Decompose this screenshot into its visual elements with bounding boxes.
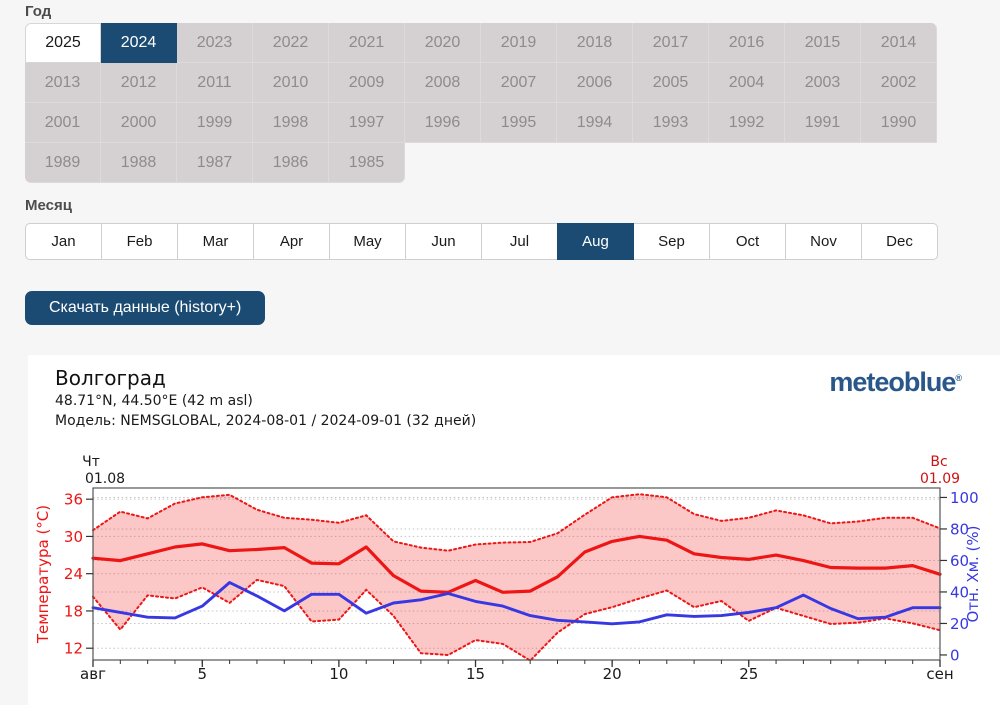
- x-tick-label: сен: [926, 665, 953, 683]
- left-axis: 36 30 24 18 12: [64, 491, 93, 658]
- year-button-2016[interactable]: 2016: [709, 23, 785, 63]
- year-button-2007[interactable]: 2007: [481, 63, 557, 103]
- date-end-label: Вс01.09: [920, 454, 960, 487]
- year-button-2013[interactable]: 2013: [25, 63, 101, 103]
- month-button-may[interactable]: May: [329, 223, 406, 260]
- month-section-label: Месяц: [25, 197, 72, 214]
- chart-subtitle-model: Модель: NEMSGLOBAL, 2024-08-01 / 2024-09…: [55, 413, 477, 429]
- right-tick-label: 100: [950, 489, 979, 507]
- year-button-1995[interactable]: 1995: [481, 103, 557, 143]
- month-button-dec[interactable]: Dec: [861, 223, 938, 260]
- month-button-aug[interactable]: Aug: [557, 223, 634, 260]
- left-tick-label: 12: [64, 640, 83, 658]
- end-weekday: Вс: [930, 454, 947, 470]
- chart-subtitle-coordinates: 48.71°N, 44.50°E (42 m asl): [55, 393, 253, 409]
- year-button-2023[interactable]: 2023: [177, 23, 253, 63]
- left-tick-label: 36: [64, 491, 83, 509]
- year-button-1993[interactable]: 1993: [633, 103, 709, 143]
- year-button-1994[interactable]: 1994: [557, 103, 633, 143]
- year-button-2022[interactable]: 2022: [253, 23, 329, 63]
- x-tick-label: 20: [603, 665, 622, 683]
- year-button-2020[interactable]: 2020: [405, 23, 481, 63]
- year-button-2014[interactable]: 2014: [861, 23, 937, 63]
- chart-panel: Волгоград 48.71°N, 44.50°E (42 m asl) Мо…: [28, 355, 1000, 705]
- x-tick-label: 15: [466, 665, 485, 683]
- left-tick-label: 18: [64, 602, 83, 620]
- year-button-2004[interactable]: 2004: [709, 63, 785, 103]
- year-button-2019[interactable]: 2019: [481, 23, 557, 63]
- year-button-2015[interactable]: 2015: [785, 23, 861, 63]
- month-button-jul[interactable]: Jul: [481, 223, 558, 260]
- year-button-2012[interactable]: 2012: [101, 63, 177, 103]
- year-section-label: Год: [25, 3, 52, 20]
- year-button-1989[interactable]: 1989: [25, 143, 101, 183]
- year-button-1987[interactable]: 1987: [177, 143, 253, 183]
- left-tick-label: 30: [64, 528, 83, 546]
- month-row: Jan Feb Mar Apr May Jun Jul Aug Sep Oct Nov Dec: [25, 223, 938, 260]
- month-button-jan[interactable]: Jan: [25, 223, 102, 260]
- month-button-sep[interactable]: Sep: [633, 223, 710, 260]
- year-button-1985[interactable]: 1985: [329, 143, 405, 183]
- x-tick-label: 25: [739, 665, 758, 683]
- chart-title: Волгоград: [55, 366, 166, 390]
- year-button-1996[interactable]: 1996: [405, 103, 481, 143]
- year-button-2024[interactable]: 2024: [101, 23, 177, 63]
- year-button-1992[interactable]: 1992: [709, 103, 785, 143]
- year-grid: 2025 2024 2023 2022 2021 2020 2019 2018 2017 2016…: [25, 23, 937, 183]
- year-button-2009[interactable]: 2009: [329, 63, 405, 103]
- x-tick-label: 5: [198, 665, 208, 683]
- year-button-2008[interactable]: 2008: [405, 63, 481, 103]
- year-button-2005[interactable]: 2005: [633, 63, 709, 103]
- year-button-1990[interactable]: 1990: [861, 103, 937, 143]
- month-button-jun[interactable]: Jun: [405, 223, 482, 260]
- year-button-2018[interactable]: 2018: [557, 23, 633, 63]
- month-button-apr[interactable]: Apr: [253, 223, 330, 260]
- year-button-2000[interactable]: 2000: [101, 103, 177, 143]
- year-button-2017[interactable]: 2017: [633, 23, 709, 63]
- end-date: 01.09: [920, 471, 960, 487]
- weather-chart: 3630241812Температура (°C)100806040200От…: [34, 454, 982, 683]
- year-button-2003[interactable]: 2003: [785, 63, 861, 103]
- date-start-label: Чт01.08: [82, 454, 125, 487]
- year-button-2025[interactable]: 2025: [25, 23, 101, 63]
- year-button-1988[interactable]: 1988: [101, 143, 177, 183]
- year-button-1999[interactable]: 1999: [177, 103, 253, 143]
- download-data-button[interactable]: Скачать данные (history+): [25, 291, 266, 325]
- left-axis-title: Температура (°C): [34, 505, 52, 644]
- year-button-1997[interactable]: 1997: [329, 103, 405, 143]
- month-button-mar[interactable]: Mar: [177, 223, 254, 260]
- right-axis-title: Отн. Хм. (%): [964, 526, 982, 623]
- year-button-2006[interactable]: 2006: [557, 63, 633, 103]
- year-button-1986[interactable]: 1986: [253, 143, 329, 183]
- start-weekday: Чт: [82, 454, 100, 470]
- year-button-2011[interactable]: 2011: [177, 63, 253, 103]
- year-button-2010[interactable]: 2010: [253, 63, 329, 103]
- x-axis: авг 5 10 15 20 25 сен: [80, 660, 954, 683]
- month-button-oct[interactable]: Oct: [709, 223, 786, 260]
- meteoblue-logo: meteoblue®: [829, 367, 962, 398]
- year-button-1998[interactable]: 1998: [253, 103, 329, 143]
- meteoblue-logo-text: meteoblue: [829, 367, 956, 397]
- month-button-feb[interactable]: Feb: [101, 223, 178, 260]
- x-tick-label: 10: [329, 665, 348, 683]
- left-tick-label: 24: [64, 565, 83, 583]
- page: Год 2025 2024 2023 2022 2021 2020 2019 2018 2017…: [0, 0, 1000, 705]
- registered-mark-icon: ®: [955, 373, 962, 383]
- year-button-2002[interactable]: 2002: [861, 63, 937, 103]
- year-button-2021[interactable]: 2021: [329, 23, 405, 63]
- right-tick-label: 0: [950, 646, 960, 664]
- month-button-nov[interactable]: Nov: [785, 223, 862, 260]
- x-tick-label: авг: [80, 665, 106, 683]
- year-button-1991[interactable]: 1991: [785, 103, 861, 143]
- start-date: 01.08: [85, 471, 125, 487]
- year-button-2001[interactable]: 2001: [25, 103, 101, 143]
